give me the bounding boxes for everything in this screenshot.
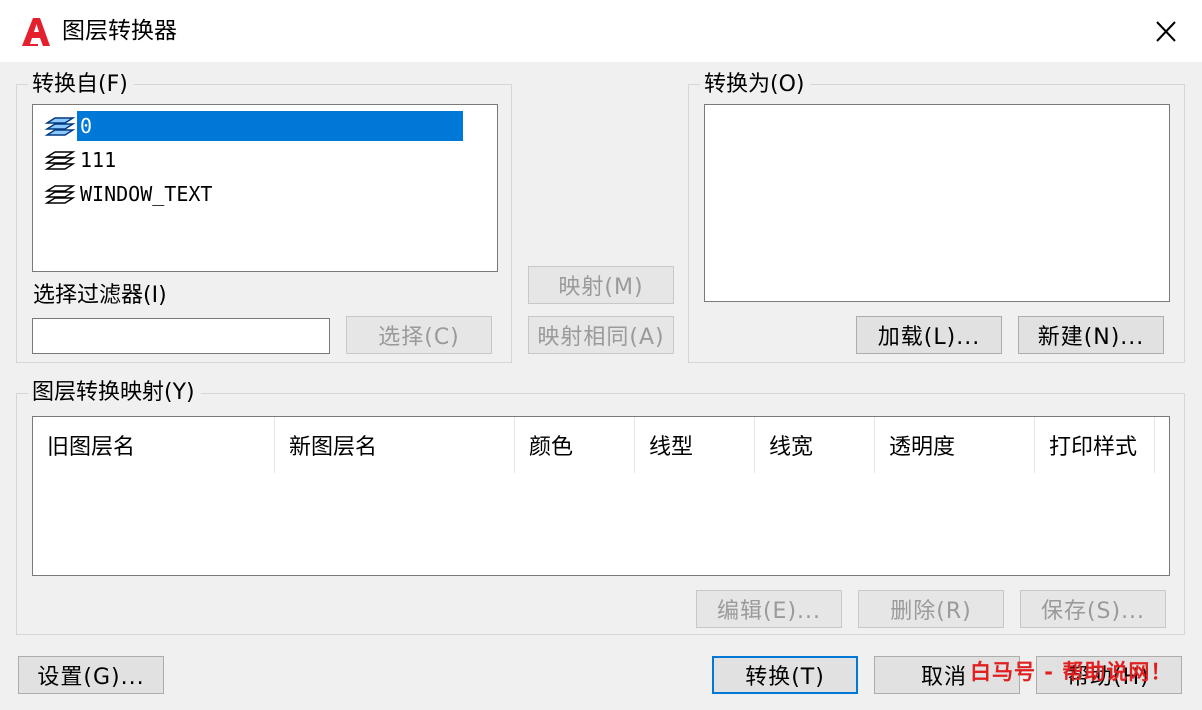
- save-button[interactable]: 保存(S)...: [1020, 590, 1166, 628]
- watermark-text: 白马号 - 帮助说网！: [970, 660, 1173, 684]
- list-item-layer-111[interactable]: 111: [43, 145, 119, 175]
- convert-to-list[interactable]: [704, 104, 1170, 302]
- column-linetype[interactable]: 线型: [635, 417, 755, 473]
- layer-name: WINDOW_TEXT: [80, 182, 213, 206]
- column-lineweight[interactable]: 线宽: [755, 417, 875, 473]
- layer-name: 111: [80, 148, 117, 172]
- load-button[interactable]: 加载(L)...: [856, 316, 1002, 354]
- layer-stack-icon: [44, 117, 76, 136]
- column-plot-style[interactable]: 打印样式: [1035, 417, 1155, 473]
- selection-filter-input[interactable]: [32, 318, 330, 354]
- select-button[interactable]: 选择(C): [346, 316, 492, 354]
- list-item-layer-window-text[interactable]: WINDOW_TEXT: [43, 179, 215, 209]
- convert-button[interactable]: 转换(T): [712, 656, 858, 694]
- column-transparency[interactable]: 透明度: [875, 417, 1035, 473]
- layer-stack-icon: [44, 151, 76, 170]
- layer-name: 0: [77, 111, 463, 141]
- map-button[interactable]: 映射(M): [528, 266, 674, 304]
- column-new-layer-name[interactable]: 新图层名: [275, 417, 515, 473]
- layer-stack-icon: [44, 185, 76, 204]
- map-same-button[interactable]: 映射相同(A): [528, 316, 674, 354]
- list-item-layer-0[interactable]: 0: [43, 111, 463, 141]
- new-layer-button[interactable]: 新建(N)...: [1018, 316, 1164, 354]
- cancel-button-label: 取消: [921, 665, 968, 690]
- column-color[interactable]: 颜色: [515, 417, 635, 473]
- settings-button[interactable]: 设置(G)...: [18, 656, 164, 694]
- delete-button[interactable]: 删除(R): [858, 590, 1004, 628]
- autocad-logo-icon: [22, 18, 50, 46]
- selection-filter-label: 选择过滤器(I): [33, 283, 167, 308]
- mapping-table-header: 旧图层名 新图层名 颜色 线型 线宽 透明度 打印样式: [33, 417, 1169, 473]
- window-title: 图层转换器: [62, 18, 177, 44]
- convert-from-list[interactable]: 0 111 WINDOW_TEXT: [32, 104, 498, 272]
- mapping-table[interactable]: 旧图层名 新图层名 颜色 线型 线宽 透明度 打印样式: [32, 416, 1170, 576]
- title-bar: [0, 0, 1202, 62]
- mapping-label: 图层转换映射(Y): [28, 379, 201, 407]
- column-old-layer-name[interactable]: 旧图层名: [33, 417, 275, 473]
- convert-from-label: 转换自(F): [28, 71, 134, 99]
- convert-to-label: 转换为(O): [700, 71, 811, 99]
- edit-button[interactable]: 编辑(E)...: [696, 590, 842, 628]
- close-icon[interactable]: [1146, 14, 1186, 50]
